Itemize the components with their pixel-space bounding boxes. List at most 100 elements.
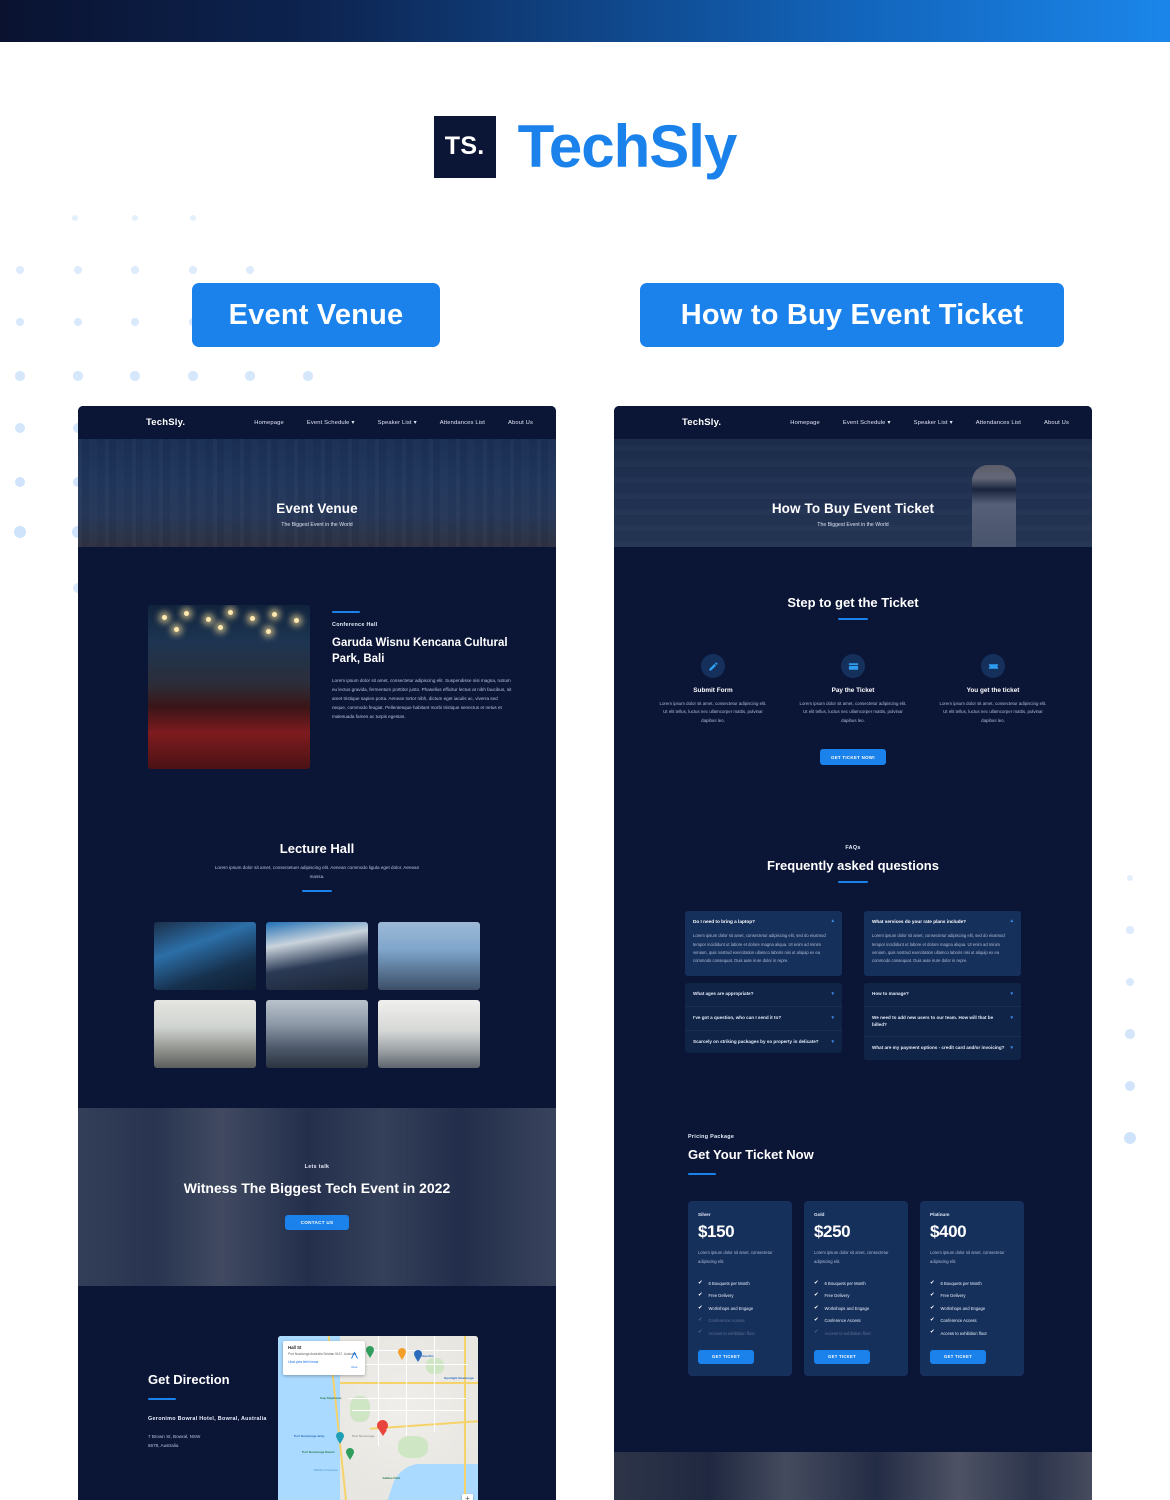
pricing-feature-label: Workshops and Engage bbox=[940, 1305, 986, 1311]
map-street-4 bbox=[352, 1409, 464, 1411]
chevron-down-icon[interactable]: ▾ bbox=[1010, 1046, 1013, 1051]
map-embed[interactable]: Cap Stephanie Port Noarlunga Jetty Port … bbox=[278, 1335, 478, 1500]
decorative-dot bbox=[16, 266, 24, 274]
gallery-image[interactable] bbox=[154, 999, 256, 1068]
pricing-feature: ✔ Access to exhibition floor bbox=[698, 1329, 782, 1335]
label-event-venue[interactable]: Event Venue bbox=[192, 283, 440, 347]
pricing-description: Lorem ipsum dolor sit amet, consectetur … bbox=[930, 1250, 1005, 1264]
pricing-feature-label: Free Delivery bbox=[940, 1293, 966, 1299]
decorative-dot bbox=[131, 214, 139, 222]
map-label-0: Cap Stephanie bbox=[320, 1395, 342, 1400]
nav-item-about-us[interactable]: About Us bbox=[508, 420, 533, 426]
faq-open-answer-right: Lorem ipsum dolor sit amet, consectetur … bbox=[872, 933, 1005, 964]
chevron-down-icon[interactable]: ▾ bbox=[831, 1039, 834, 1045]
gallery-image[interactable] bbox=[378, 999, 480, 1068]
map-street-6 bbox=[406, 1335, 407, 1436]
contact-us-button[interactable]: CONTACT US bbox=[285, 1214, 349, 1230]
pricing-feature: ✔ 6 Bouquets per Month bbox=[930, 1280, 1014, 1286]
check-icon: ✔ bbox=[930, 1329, 935, 1336]
gallery-image[interactable] bbox=[378, 921, 480, 990]
step-title: Submit Form bbox=[693, 687, 733, 694]
get-ticket-button[interactable]: GET TICKET bbox=[814, 1349, 870, 1364]
faq-section: FAQs Frequently asked questions Do I nee… bbox=[614, 765, 1092, 1061]
route-icon bbox=[351, 1351, 358, 1359]
map-route-button[interactable]: Rute bbox=[350, 1347, 359, 1369]
nav-item-attendances-list[interactable]: Attendances List bbox=[440, 420, 485, 426]
map-pin-selected[interactable] bbox=[377, 1419, 388, 1436]
step-title: You get the ticket bbox=[966, 687, 1020, 694]
chevron-up-icon[interactable]: ▴ bbox=[831, 919, 834, 924]
chevron-down-icon[interactable]: ▾ bbox=[888, 420, 891, 426]
faq-open-item-right[interactable]: What services do your rate plans include… bbox=[864, 911, 1021, 976]
pricing-description: Lorem ipsum dolor sit amet, consectetur … bbox=[698, 1250, 773, 1264]
map-zoom-control[interactable]: + − bbox=[462, 1493, 473, 1500]
get-ticket-now-button[interactable]: GET TICKET NOW! bbox=[820, 749, 886, 766]
faq-column-right: What services do your rate plans include… bbox=[864, 911, 1021, 1061]
mock-logo-left[interactable]: TechSly. bbox=[146, 417, 185, 428]
decorative-dot bbox=[15, 317, 25, 327]
faq-item[interactable]: What are my payment options - credit car… bbox=[864, 1037, 1021, 1060]
faq-item[interactable]: Scarcely on striking packages by so prop… bbox=[685, 1031, 842, 1054]
top-gradient-bar bbox=[0, 0, 1170, 42]
chevron-down-icon[interactable]: ▾ bbox=[1010, 1015, 1013, 1021]
faq-item[interactable]: How to manage? ▾ bbox=[864, 983, 1021, 1007]
nav-item-event-schedule[interactable]: Event Schedule ▾ bbox=[307, 420, 355, 426]
stage-light bbox=[294, 618, 299, 623]
map-label-1: Port Noarlunga Jetty bbox=[294, 1433, 325, 1438]
chevron-up-icon[interactable]: ▴ bbox=[1010, 919, 1013, 924]
faq-item[interactable]: What ages are appropriate? ▾ bbox=[685, 983, 842, 1007]
decorative-dot bbox=[14, 476, 26, 488]
map-pin-green-2[interactable] bbox=[336, 1431, 344, 1444]
get-ticket-button[interactable]: GET TICKET bbox=[698, 1349, 754, 1364]
steps-title: Step to get the Ticket bbox=[787, 595, 919, 610]
nav-item-homepage[interactable]: Homepage bbox=[790, 420, 820, 426]
pricing-feature: ✔ 6 Bouquets per Month bbox=[814, 1280, 898, 1286]
chevron-down-icon[interactable]: ▾ bbox=[1010, 991, 1013, 997]
faq-open-item-left[interactable]: Do I need to bring a laptop? ▴ Lorem ips… bbox=[685, 911, 842, 976]
decorative-dot bbox=[245, 371, 255, 381]
decorative-dot bbox=[1125, 1029, 1135, 1039]
chevron-down-icon[interactable]: ▾ bbox=[414, 420, 417, 426]
check-icon: ✔ bbox=[930, 1316, 935, 1323]
chevron-down-icon[interactable]: ▾ bbox=[352, 420, 355, 426]
nav-item-speaker-list[interactable]: Speaker List ▾ bbox=[378, 420, 417, 426]
nav-item-homepage[interactable]: Homepage bbox=[254, 420, 284, 426]
map-zoom-in-button[interactable]: + bbox=[462, 1494, 473, 1500]
faq-item[interactable]: I've got a question, who can I send it t… bbox=[685, 1007, 842, 1031]
nav-item-attendances-list[interactable]: Attendances List bbox=[976, 420, 1021, 426]
ticket-icon bbox=[981, 654, 1005, 678]
gallery-image[interactable] bbox=[154, 921, 256, 990]
pricing-feature: ✔ 6 Bouquets per Month bbox=[698, 1280, 782, 1286]
chevron-down-icon[interactable]: ▾ bbox=[831, 991, 834, 997]
map-pin-green-3[interactable] bbox=[346, 1447, 354, 1460]
accent-rule-steps bbox=[838, 618, 868, 620]
get-ticket-button[interactable]: GET TICKET bbox=[930, 1349, 986, 1364]
check-icon: ✔ bbox=[930, 1292, 935, 1299]
pricing-amount: $250 bbox=[814, 1222, 851, 1242]
map-pin-green-1[interactable] bbox=[366, 1345, 374, 1358]
stage-light bbox=[218, 625, 223, 630]
nav-item-about-us[interactable]: About Us bbox=[1044, 420, 1069, 426]
hero-title-left: Event Venue bbox=[276, 501, 358, 516]
lecture-hall-title: Lecture Hall bbox=[279, 841, 355, 856]
mock-logo-right[interactable]: TechSly. bbox=[682, 417, 721, 428]
faq-question: We need to add new users to our team. Ho… bbox=[872, 1014, 994, 1027]
chevron-down-icon[interactable]: ▾ bbox=[831, 1015, 834, 1021]
faq-item[interactable]: We need to add new users to our team. Ho… bbox=[864, 1007, 1021, 1038]
gallery-image[interactable] bbox=[266, 999, 368, 1068]
accent-rule-faq bbox=[838, 881, 868, 884]
decorative-dot bbox=[1126, 926, 1134, 934]
conference-eyebrow: Conference Hall bbox=[332, 622, 378, 628]
map-label-3: Middle Entrance bbox=[314, 1467, 338, 1472]
decorative-dot bbox=[15, 423, 25, 433]
gallery-image[interactable] bbox=[266, 921, 368, 990]
map-pin-orange[interactable] bbox=[398, 1347, 406, 1360]
nav-item-speaker-list[interactable]: Speaker List ▾ bbox=[914, 420, 953, 426]
chevron-down-icon[interactable]: ▾ bbox=[950, 420, 953, 426]
label-how-to-buy-ticket[interactable]: How to Buy Event Ticket bbox=[640, 283, 1064, 347]
step-item: You get the ticket Lorem ipsum dolor sit … bbox=[938, 654, 1048, 725]
faq-collapsed-list-left: What ages are appropriate? ▾ I've got a qu… bbox=[685, 982, 842, 1054]
pricing-feature: ✔ Workshops and Engage bbox=[814, 1305, 898, 1311]
step-item: Submit Form Lorem ipsum dolor sit amet, c… bbox=[658, 654, 768, 725]
nav-item-event-schedule[interactable]: Event Schedule ▾ bbox=[843, 420, 891, 426]
